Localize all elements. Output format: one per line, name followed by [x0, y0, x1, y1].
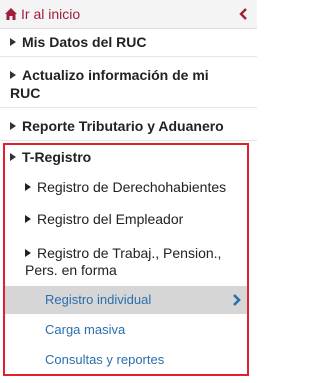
leaf-item-label: Consultas y reportes [45, 352, 165, 367]
menu-item-label: T-Registro [22, 149, 92, 165]
menu-item-tregistro[interactable]: T-Registro [10, 148, 91, 166]
menu-item-actualizo-ruc-line2[interactable]: RUC [10, 84, 40, 102]
menu-item-label: RUC [10, 85, 41, 101]
submenu-item-label: Pers. en forma [25, 262, 117, 278]
leaf-item-consultas-reportes[interactable]: Consultas y reportes [45, 351, 164, 369]
menu-item-label: Mis Datos del RUC [22, 34, 147, 50]
chevron-left-icon [238, 7, 248, 21]
submenu-item-empleador[interactable]: Registro del Empleador [25, 210, 183, 228]
menu-item-reporte-tributario[interactable]: Reporte Tributario y Aduanero [10, 117, 224, 135]
home-label: Ir al inicio [21, 6, 81, 22]
menu-item-datos-ruc[interactable]: Mis Datos del RUC [10, 33, 146, 51]
home-link[interactable]: Ir al inicio [4, 5, 80, 23]
sidebar-header: Ir al inicio [0, 0, 257, 29]
divider [0, 107, 257, 108]
menu-item-actualizo-ruc[interactable]: Actualizo información de mi [10, 66, 209, 84]
leaf-item-label: Registro individual [45, 292, 152, 307]
submenu-item-label: Registro de Derechohabientes [37, 179, 227, 195]
collapse-sidebar-button[interactable] [238, 7, 248, 21]
caret-right-icon [25, 249, 31, 257]
divider [0, 56, 257, 57]
caret-right-icon [25, 183, 31, 191]
menu-item-label: Actualizo información de mi [22, 67, 209, 83]
caret-right-icon [25, 215, 31, 223]
caret-right-icon [10, 38, 16, 46]
submenu-item-derechohabientes[interactable]: Registro de Derechohabientes [25, 178, 226, 196]
chevron-right-icon [232, 293, 242, 307]
home-icon [4, 7, 18, 21]
caret-right-icon [10, 71, 16, 79]
menu-item-label: Reporte Tributario y Aduanero [22, 118, 224, 134]
submenu-item-trabajadores[interactable]: Registro de Trabaj., Pension., [25, 244, 221, 262]
leaf-item-registro-individual[interactable]: Registro individual [45, 291, 151, 309]
submenu-item-label: Registro de Trabaj., Pension., [37, 245, 222, 261]
leaf-item-carga-masiva[interactable]: Carga masiva [45, 321, 125, 339]
caret-right-icon [10, 153, 16, 161]
submenu-item-label: Registro del Empleador [37, 211, 184, 227]
divider [0, 140, 257, 141]
caret-right-icon [10, 122, 16, 130]
leaf-item-label: Carga masiva [45, 322, 126, 337]
submenu-item-trabajadores-line2[interactable]: Pers. en forma [25, 261, 117, 279]
